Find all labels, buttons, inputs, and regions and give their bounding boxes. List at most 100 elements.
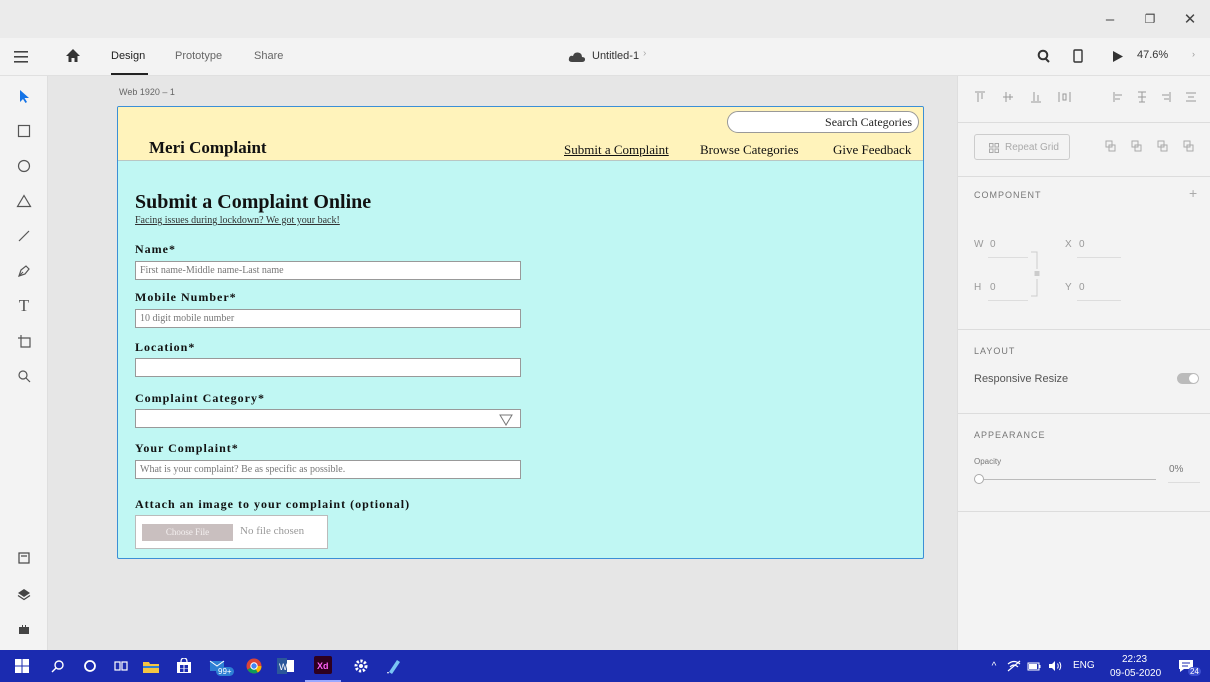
text-tool-icon[interactable]: T [0,291,48,321]
show-hidden-icons-icon[interactable]: ^ [986,650,1002,682]
zoom-tool-icon[interactable] [0,361,48,391]
file-explorer-icon[interactable] [137,650,165,682]
mail-count-badge: 99+ [216,667,234,676]
nav-browse-categories[interactable]: Browse Categories [700,142,799,158]
notepad-icon[interactable] [379,650,407,682]
plugins-icon[interactable] [0,614,48,644]
nav-give-feedback[interactable]: Give Feedback [833,142,911,158]
pen-tool-icon[interactable] [0,256,48,286]
notification-center-icon[interactable] [1172,650,1200,682]
complaint-input[interactable]: What is your complaint? Be as specific a… [135,460,521,479]
word-icon[interactable]: W [272,650,300,682]
category-label: Complaint Category* [135,391,265,405]
y-underline [1077,300,1121,301]
opacity-underline [1168,482,1200,483]
w-value[interactable]: 0 [990,239,996,250]
artboard-label[interactable]: Web 1920 – 1 [119,87,175,97]
location-label: Location* [135,340,196,354]
chrome-icon[interactable] [240,650,268,682]
panel-divider [958,176,1210,177]
battery-icon[interactable] [1025,650,1043,682]
lock-aspect-icon[interactable] [1031,251,1043,297]
wifi-off-icon[interactable] [1005,650,1023,682]
panel-divider [958,329,1210,330]
settings-gear-icon[interactable] [347,650,375,682]
responsive-resize-toggle[interactable] [1177,373,1199,384]
task-view-icon[interactable] [107,650,135,682]
repeat-grid-button[interactable]: Repeat Grid [974,134,1070,160]
polygon-tool-icon[interactable] [0,186,48,216]
clock-time[interactable]: 22:23 [1122,654,1147,665]
user-share-icon[interactable] [1036,49,1052,65]
rectangle-tool-icon[interactable] [0,116,48,146]
document-title[interactable]: Untitled-1 [592,50,639,62]
add-component-icon[interactable]: + [1189,185,1197,201]
line-tool-icon[interactable] [0,221,48,251]
volume-icon[interactable] [1045,650,1067,682]
close-button[interactable]: ✕ [1170,0,1210,38]
repeat-grid-icon [989,143,999,153]
mail-icon[interactable] [203,650,235,682]
tools-toolbar: T [0,76,48,650]
no-file-text: No file chosen [240,525,305,537]
restore-icon: ❐ [1144,12,1156,26]
h-underline [988,300,1028,301]
tab-design[interactable]: Design [111,50,145,62]
assets-icon[interactable] [0,543,48,573]
active-tab-underline [111,73,148,75]
clock-date[interactable]: 09-05-2020 [1110,668,1161,679]
language-indicator[interactable]: ENG [1073,660,1095,671]
dropdown-triangle-icon[interactable] [499,413,513,426]
mobile-input[interactable]: 10 digit mobile number [135,309,521,328]
x-label: X [1065,239,1072,250]
tab-share[interactable]: Share [254,50,283,62]
doc-menu-caret-icon[interactable]: › [643,48,646,59]
file-upload-box[interactable]: Choose File No file chosen [135,515,328,549]
menu-bar: Design Prototype Share Untitled-1 › 47.6… [0,38,1210,76]
x-value[interactable]: 0 [1079,239,1085,250]
search-icon[interactable] [44,650,72,682]
zoom-caret-icon[interactable]: › [1192,49,1195,59]
tab-prototype[interactable]: Prototype [175,50,222,62]
nav-submit-complaint[interactable]: Submit a Complaint [564,142,669,158]
location-input[interactable] [135,358,521,377]
window-title-bar: – ❐ ✕ [0,0,1210,38]
store-icon[interactable] [170,650,198,682]
category-select[interactable] [135,409,521,428]
panel-divider [958,122,1210,123]
cortana-icon[interactable] [76,650,104,682]
layers-icon[interactable] [0,579,48,609]
device-preview-icon[interactable] [1073,49,1085,65]
site-header: Search Categories Meri Complaint Submit … [118,107,923,161]
restore-button[interactable]: ❐ [1130,0,1170,38]
close-icon: ✕ [1183,11,1197,28]
y-label: Y [1065,282,1072,293]
notification-count-badge: 24 [1188,667,1201,676]
appearance-section-title: APPEARANCE [974,430,1046,440]
hamburger-menu-icon[interactable] [14,50,32,64]
adobe-xd-icon[interactable]: Xd [305,650,341,682]
search-categories-input[interactable]: Search Categories [727,111,919,133]
panel-divider [958,413,1210,414]
ellipse-tool-icon[interactable] [0,151,48,181]
artboard-web-1920[interactable]: Search Categories Meri Complaint Submit … [117,106,924,559]
opacity-label: Opacity [974,457,1002,466]
select-tool-icon[interactable] [0,81,48,111]
play-icon[interactable] [1112,50,1126,64]
minimize-button[interactable]: – [1090,0,1130,38]
artboard-tool-icon[interactable] [0,326,48,356]
h-value[interactable]: 0 [990,282,996,293]
site-brand[interactable]: Meri Complaint [149,138,267,158]
opacity-slider-track[interactable] [984,479,1156,480]
opacity-slider-handle[interactable] [974,474,984,484]
home-icon[interactable] [65,48,83,66]
boolean-ops-icons[interactable] [1104,140,1204,154]
zoom-level[interactable]: 47.6% [1137,49,1168,61]
y-value[interactable]: 0 [1079,282,1085,293]
name-input[interactable]: First name-Middle name-Last name [135,261,521,280]
windows-start-icon[interactable] [8,650,36,682]
choose-file-button[interactable]: Choose File [142,524,233,541]
windows-taskbar: 99+ W Xd ^ ENG 22:23 09-05-2020 24 [0,650,1210,682]
opacity-value[interactable]: 0% [1169,464,1183,475]
svg-text:Xd: Xd [317,661,329,671]
